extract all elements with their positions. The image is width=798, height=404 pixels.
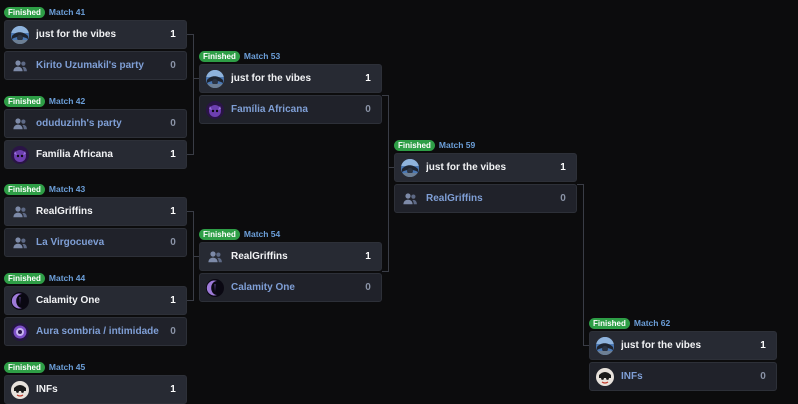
status-badge: Finished [199,50,240,62]
match-header: Finished Match 45 [4,361,85,373]
status-badge: Finished [4,361,45,373]
familia-avatar-icon [206,101,224,119]
team-name: Calamity One [231,282,295,293]
bracket-connector [193,34,194,155]
vibes-avatar-icon [596,337,614,355]
match-label: Match 62 [633,318,671,328]
team-score: 1 [760,340,766,351]
match-header: Finished Match 59 [394,139,475,151]
team-row[interactable]: RealGriffins 1 [199,242,382,271]
team-row[interactable]: RealGriffins 1 [4,197,187,226]
calamity-avatar-icon [11,292,29,310]
team-name: just for the vibes [231,73,312,84]
status-badge: Finished [394,139,435,151]
match-header: Finished Match 43 [4,183,85,195]
status-badge: Finished [4,6,45,18]
team-row[interactable]: La Virgocueva 0 [4,228,187,257]
team-score: 0 [170,118,176,129]
match-label: Match 44 [48,273,86,283]
team-score: 0 [365,282,371,293]
match-label: Match 41 [48,7,86,17]
team-row[interactable]: Aura sombria / intimidade 0 [4,317,187,346]
party-icon [206,248,224,266]
team-name: Família Africana [231,104,308,115]
team-row[interactable]: just for the vibes 1 [4,20,187,49]
team-score: 0 [170,237,176,248]
team-score: 0 [560,193,566,204]
status-badge: Finished [589,317,630,329]
match-header: Finished Match 41 [4,6,85,18]
status-badge: Finished [4,183,45,195]
status-badge: Finished [4,95,45,107]
team-name: RealGriffins [426,193,483,204]
vibes-avatar-icon [401,159,419,177]
team-score: 1 [170,206,176,217]
match-label: Match 45 [48,362,86,372]
team-name: INFs [36,384,58,395]
team-score: 0 [170,60,176,71]
aura-avatar-icon [11,323,29,341]
team-name: oduduzinh's party [36,118,122,129]
bracket-connector [583,184,584,345]
party-icon [11,115,29,133]
match-label: Match 42 [48,96,86,106]
team-score: 0 [760,371,766,382]
calamity-avatar-icon [206,279,224,297]
team-row[interactable]: Calamity One 0 [199,273,382,302]
match-header: Finished Match 54 [199,228,280,240]
team-name: just for the vibes [426,162,507,173]
match-header: Finished Match 62 [589,317,670,329]
team-score: 1 [170,295,176,306]
infs-avatar-icon [596,368,614,386]
infs-avatar-icon [11,381,29,399]
team-score: 1 [170,29,176,40]
bracket-connector [388,95,389,272]
team-row[interactable]: oduduzinh's party 0 [4,109,187,138]
team-row[interactable]: Kirito Uzumakil's party 0 [4,51,187,80]
match-header: Finished Match 44 [4,272,85,284]
team-name: INFs [621,371,643,382]
team-score: 1 [365,73,371,84]
team-name: RealGriffins [231,251,288,262]
team-score: 1 [365,251,371,262]
party-icon [11,57,29,75]
team-score: 0 [365,104,371,115]
team-row[interactable]: Família Africana 1 [4,140,187,169]
status-badge: Finished [199,228,240,240]
party-icon [11,203,29,221]
team-score: 1 [170,149,176,160]
team-score: 1 [170,384,176,395]
team-name: Kirito Uzumakil's party [36,60,144,71]
party-icon [11,234,29,252]
team-name: Aura sombria / intimidade [36,326,159,337]
team-name: Família Africana [36,149,113,160]
team-row[interactable]: INFs 1 [4,375,187,404]
status-badge: Finished [4,272,45,284]
team-name: Calamity One [36,295,100,306]
team-name: just for the vibes [621,340,702,351]
team-row[interactable]: Calamity One 1 [4,286,187,315]
team-name: La Virgocueva [36,237,105,248]
team-row[interactable]: just for the vibes 1 [394,153,577,182]
vibes-avatar-icon [206,70,224,88]
team-row[interactable]: just for the vibes 1 [589,331,777,360]
match-header: Finished Match 53 [199,50,280,62]
team-name: RealGriffins [36,206,93,217]
team-row[interactable]: RealGriffins 0 [394,184,577,213]
match-label: Match 59 [438,140,476,150]
team-score: 0 [170,326,176,337]
match-header: Finished Match 42 [4,95,85,107]
team-score: 1 [560,162,566,173]
team-name: just for the vibes [36,29,117,40]
vibes-avatar-icon [11,26,29,44]
match-label: Match 43 [48,184,86,194]
match-label: Match 54 [243,229,281,239]
match-label: Match 53 [243,51,281,61]
party-icon [401,190,419,208]
familia-avatar-icon [11,146,29,164]
team-row[interactable]: INFs 0 [589,362,777,391]
team-row[interactable]: Família Africana 0 [199,95,382,124]
team-row[interactable]: just for the vibes 1 [199,64,382,93]
